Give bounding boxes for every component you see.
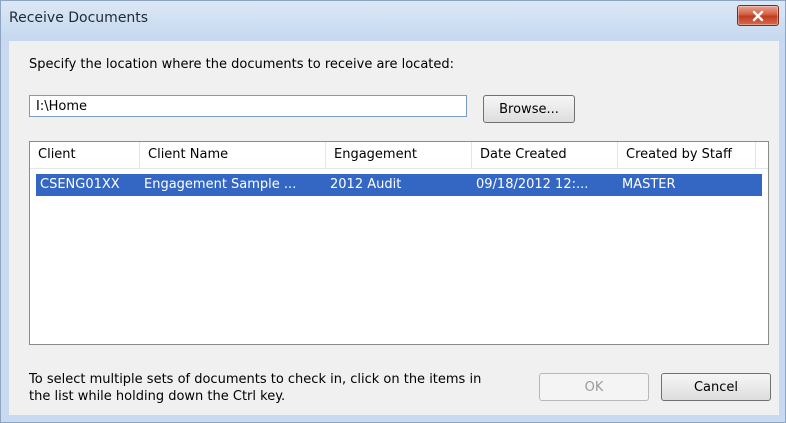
location-input[interactable] xyxy=(29,95,467,117)
cell-engagement: 2012 Audit xyxy=(330,177,402,192)
column-header-client-name[interactable]: Client Name xyxy=(140,142,326,168)
column-header-engagement[interactable]: Engagement xyxy=(326,142,472,168)
title-bar: Receive Documents xyxy=(1,1,785,41)
close-icon xyxy=(752,10,764,21)
column-header-created-by-staff[interactable]: Created by Staff xyxy=(618,142,756,168)
ok-button[interactable]: OK xyxy=(539,373,649,401)
documents-list[interactable]: Client Client Name Engagement Date Creat… xyxy=(29,141,769,345)
help-text-line-2: the list while holding down the Ctrl key… xyxy=(29,389,286,404)
cancel-button[interactable]: Cancel xyxy=(661,373,771,401)
dialog-body: Specify the location where the documents… xyxy=(9,41,779,415)
column-header-date-created[interactable]: Date Created xyxy=(472,142,618,168)
table-row[interactable]: CSENG01XX Engagement Sample ... 2012 Aud… xyxy=(36,174,762,196)
cell-client-name: Engagement Sample ... xyxy=(144,177,297,192)
help-text: To select multiple sets of documents to … xyxy=(29,371,529,405)
list-header: Client Client Name Engagement Date Creat… xyxy=(30,142,768,169)
browse-button[interactable]: Browse... xyxy=(483,95,575,123)
instruction-text: Specify the location where the documents… xyxy=(29,57,455,72)
window-title: Receive Documents xyxy=(9,10,149,26)
cell-client: CSENG01XX xyxy=(40,177,120,192)
cell-created-by-staff: MASTER xyxy=(622,177,676,192)
cell-date-created: 09/18/2012 12:... xyxy=(476,177,589,192)
close-button[interactable] xyxy=(737,5,779,26)
help-text-line-1: To select multiple sets of documents to … xyxy=(29,372,482,387)
receive-documents-dialog: Receive Documents Specify the location w… xyxy=(0,0,786,423)
column-header-client[interactable]: Client xyxy=(30,142,140,168)
